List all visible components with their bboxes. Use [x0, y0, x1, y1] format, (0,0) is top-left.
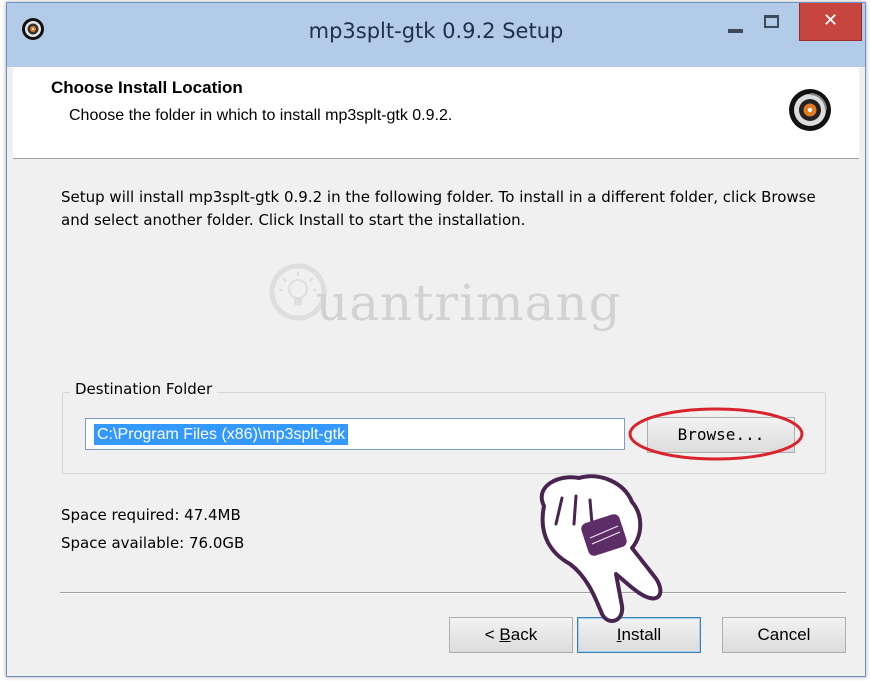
footer-divider	[60, 592, 846, 594]
page-title: Choose Install Location	[51, 78, 243, 97]
red-ellipse-highlight	[628, 407, 804, 461]
space-available: Space available: 76.0GB	[61, 534, 245, 552]
minimize-icon	[728, 29, 743, 33]
watermark-text: uantrimang	[316, 274, 622, 332]
back-prefix: <	[484, 625, 500, 644]
maximize-icon	[764, 15, 779, 28]
install-description: Setup will install mp3splt-gtk 0.9.2 in …	[61, 188, 816, 229]
page-header: Choose Install Location Choose the folde…	[13, 67, 859, 159]
page-subtitle: Choose the folder in which to install mp…	[69, 107, 453, 124]
destination-group-label: Destination Folder	[70, 380, 218, 398]
mp3splt-disc-icon	[789, 89, 831, 131]
minimize-button[interactable]	[720, 3, 750, 43]
close-icon: ✕	[822, 10, 839, 31]
installer-window: mp3splt-gtk 0.9.2 Setup ✕ Choose Install…	[6, 2, 866, 677]
cancel-button[interactable]: Cancel	[722, 617, 846, 653]
close-button[interactable]: ✕	[799, 3, 862, 41]
space-required: Space required: 47.4MB	[61, 506, 241, 524]
title-bar[interactable]: mp3splt-gtk 0.9.2 Setup ✕	[7, 3, 865, 67]
destination-path-value: C:\Program Files (x86)\mp3splt-gtk	[94, 424, 349, 445]
maximize-button[interactable]	[757, 3, 787, 43]
pointing-hand-icon	[539, 474, 663, 623]
destination-path-input[interactable]: C:\Program Files (x86)\mp3splt-gtk	[85, 418, 625, 450]
